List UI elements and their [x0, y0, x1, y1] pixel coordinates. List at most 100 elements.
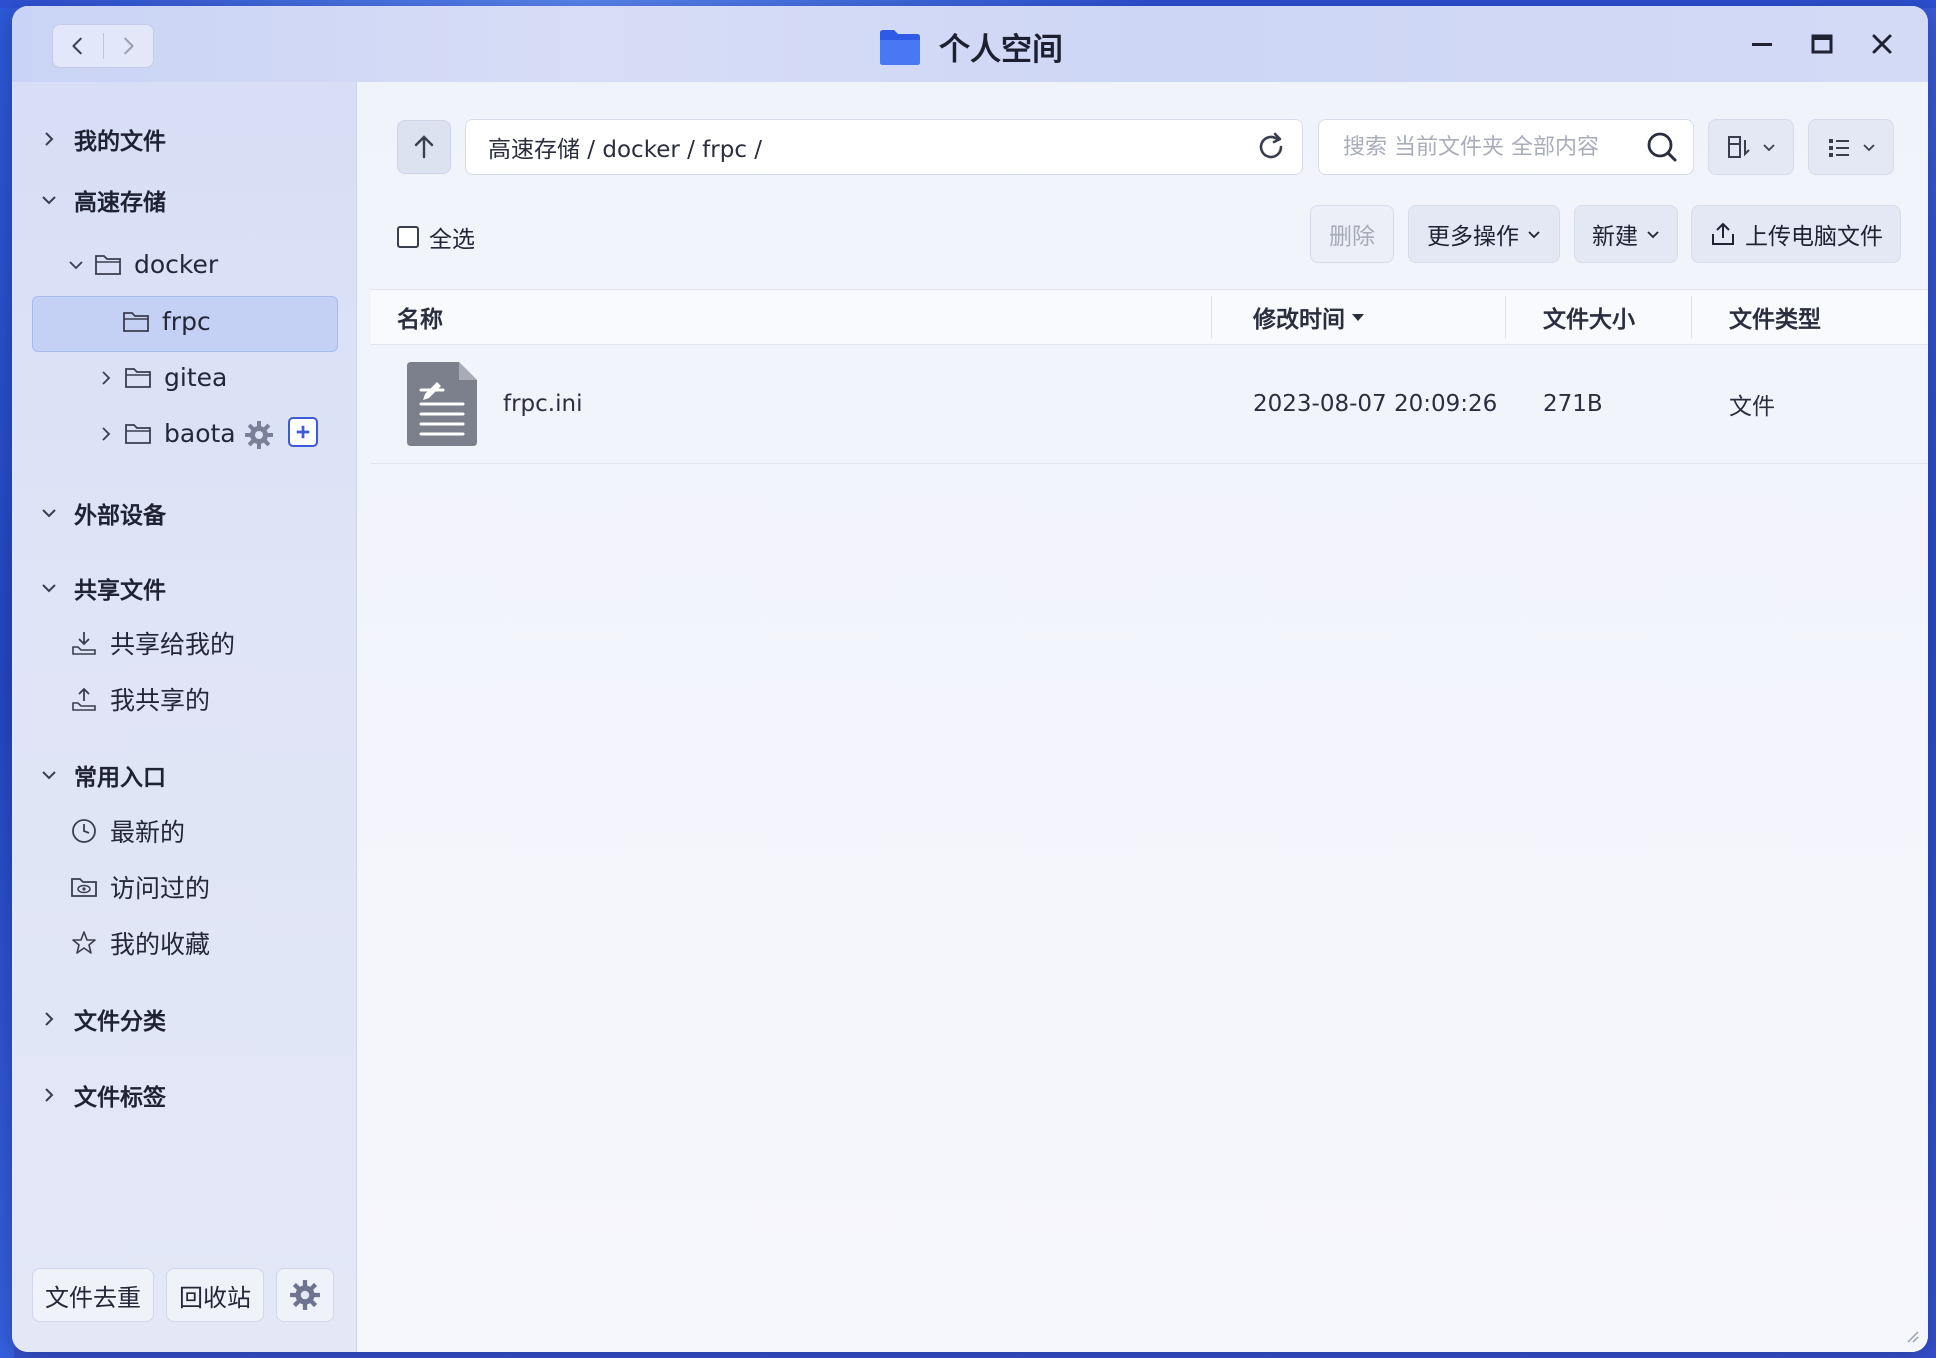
sidebar-section-categories[interactable]: 文件分类	[40, 1002, 166, 1036]
parent-folder-button[interactable]	[397, 120, 451, 174]
sidebar-section-my-files[interactable]: 我的文件	[40, 122, 166, 156]
select-all-checkbox[interactable]	[397, 226, 419, 248]
column-divider[interactable]	[1505, 296, 1506, 338]
settings-button[interactable]	[276, 1268, 334, 1322]
select-all[interactable]: 全选	[397, 220, 475, 254]
sidebar-item-label: baota	[164, 419, 236, 448]
sidebar-section-label: 外部设备	[74, 503, 166, 529]
dedupe-button[interactable]: 文件去重	[32, 1268, 154, 1322]
column-header-label: 名称	[397, 307, 443, 333]
sidebar-item-visited[interactable]: 访问过的	[70, 869, 210, 905]
column-header-modified[interactable]: 修改时间	[1253, 290, 1365, 344]
chevron-right-icon	[45, 132, 54, 146]
sort-icon	[1728, 136, 1750, 158]
sidebar-section-label: 文件分类	[74, 1009, 166, 1035]
window-title-text: 个人空间	[939, 32, 1063, 68]
maximize-button[interactable]	[1806, 28, 1838, 60]
sidebar-section-label: 共享文件	[74, 578, 166, 604]
column-divider[interactable]	[1211, 296, 1212, 338]
sidebar-footer: 文件去重 回收站	[32, 1268, 334, 1322]
cell-type: 文件	[1729, 345, 1775, 463]
new-button[interactable]: 新建	[1574, 205, 1678, 263]
column-header-size[interactable]: 文件大小	[1543, 290, 1635, 344]
sidebar-folder-docker[interactable]: docker	[68, 250, 218, 279]
refresh-icon[interactable]	[1254, 130, 1288, 164]
upload-label: 上传电脑文件	[1745, 224, 1883, 250]
sidebar-folder-baota[interactable]: baota	[98, 419, 236, 448]
chevron-down-icon	[42, 509, 56, 518]
column-header-type[interactable]: 文件类型	[1729, 290, 1821, 344]
folder-outline-icon	[125, 423, 151, 444]
window-title: 个人空间	[12, 24, 1928, 69]
sidebar-section-common[interactable]: 常用入口	[40, 758, 166, 792]
sidebar-item-label: 我的收藏	[110, 930, 211, 959]
sidebar-section-label: 文件标签	[74, 1085, 166, 1111]
chevron-right-icon	[45, 1088, 54, 1102]
sidebar-section-shared[interactable]: 共享文件	[40, 571, 166, 605]
column-divider[interactable]	[1691, 296, 1692, 338]
column-header-name[interactable]: 名称	[397, 290, 443, 344]
share-upload-icon	[72, 687, 96, 711]
file-modified: 2023-08-07 20:09:26	[1253, 391, 1498, 417]
sidebar-section-tags[interactable]: 文件标签	[40, 1078, 166, 1112]
chevron-down-icon	[1763, 144, 1775, 152]
search-box	[1318, 119, 1694, 175]
trash-label: 回收站	[179, 1283, 251, 1312]
gear-icon[interactable]	[244, 420, 274, 450]
folder-icon	[880, 29, 920, 65]
resize-grip-icon[interactable]	[1902, 1326, 1920, 1344]
sidebar-item-my-shares[interactable]: 我共享的	[70, 681, 210, 717]
upload-button[interactable]: 上传电脑文件	[1691, 205, 1901, 263]
chevron-right-icon	[102, 370, 111, 385]
chevron-down-icon	[69, 260, 83, 269]
upload-icon	[1712, 222, 1734, 245]
sidebar-folder-gitea[interactable]: gitea	[98, 363, 227, 392]
list-view-icon	[1829, 139, 1849, 157]
arrow-up-icon	[414, 135, 434, 159]
cell-modified: 2023-08-07 20:09:26	[1253, 345, 1497, 463]
sidebar-section-storage[interactable]: 高速存储	[40, 183, 166, 217]
sort-mode-button[interactable]	[1708, 119, 1794, 175]
add-device-button[interactable]	[288, 417, 318, 447]
chevron-down-icon	[42, 584, 56, 593]
text-file-icon	[407, 362, 477, 446]
column-header-label: 文件类型	[1729, 307, 1821, 333]
sidebar-item-label: gitea	[164, 363, 228, 392]
minimize-button[interactable]	[1746, 28, 1778, 60]
view-mode-button[interactable]	[1808, 119, 1894, 175]
sidebar-item-shared-with-me[interactable]: 共享给我的	[70, 625, 235, 661]
delete-label: 删除	[1329, 224, 1375, 250]
minimize-icon	[1752, 43, 1772, 46]
title-bar: 个人空间	[12, 6, 1928, 82]
cell-size: 271B	[1543, 345, 1603, 463]
sidebar-item-label: frpc	[162, 307, 211, 336]
sidebar-section-label: 高速存储	[74, 190, 166, 216]
sidebar-folder-frpc[interactable]: frpc	[122, 307, 211, 336]
chevron-down-icon	[1863, 144, 1875, 152]
path-bar[interactable]: 高速存储 / docker / frpc /	[465, 119, 1303, 175]
sort-desc-icon	[1352, 314, 1364, 321]
sidebar: 我的文件 高速存储 docker frpc gitea baota 外部设备 共…	[12, 82, 357, 1352]
sidebar-section-external[interactable]: 外部设备	[40, 496, 166, 530]
window-controls	[1746, 28, 1898, 60]
chevron-down-icon	[42, 771, 56, 780]
file-table: 名称 修改时间 文件大小 文件类型 frpc.ini 2023-08-07 20…	[371, 289, 1928, 464]
star-icon	[72, 931, 96, 954]
sidebar-item-recent[interactable]: 最新的	[70, 813, 185, 849]
sidebar-item-label: 我共享的	[110, 686, 211, 715]
search-icon[interactable]	[1645, 130, 1679, 164]
sidebar-item-label: docker	[134, 250, 219, 279]
trash-button[interactable]: 回收站	[166, 1268, 264, 1322]
column-header-label: 修改时间	[1253, 307, 1345, 333]
sidebar-item-favorites[interactable]: 我的收藏	[70, 925, 210, 961]
delete-button[interactable]: 删除	[1310, 205, 1394, 263]
close-button[interactable]	[1866, 28, 1898, 60]
search-input[interactable]	[1341, 133, 1645, 161]
main-panel: 高速存储 / docker / frpc / 全选 删除 更多操作 新建	[357, 82, 1928, 1352]
table-row[interactable]: frpc.ini 2023-08-07 20:09:26 271B 文件	[371, 345, 1928, 464]
share-download-icon	[72, 632, 96, 655]
file-type: 文件	[1729, 394, 1775, 420]
dedupe-label: 文件去重	[45, 1283, 141, 1312]
more-actions-button[interactable]: 更多操作	[1408, 205, 1560, 263]
folder-outline-icon	[123, 311, 149, 332]
